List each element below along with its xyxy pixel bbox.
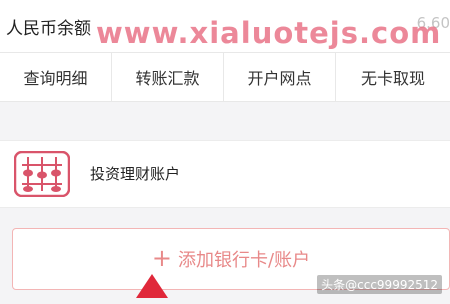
function-tabs: 查询明细 转账汇款 开户网点 无卡取现 — [0, 52, 450, 102]
tab-query-details[interactable]: 查询明细 — [0, 53, 112, 101]
tab-branch[interactable]: 开户网点 — [224, 53, 336, 101]
abacus-icon — [13, 150, 71, 198]
credit-watermark: 头条@ccc99992512 — [317, 275, 442, 294]
watermark-url: www.xialuotejs.com — [96, 16, 442, 50]
balance-label: 人民币余额 — [6, 19, 91, 39]
tab-transfer[interactable]: 转账汇款 — [112, 53, 224, 101]
arrow-up-icon — [132, 272, 172, 300]
plus-icon: + — [151, 244, 173, 272]
tab-cardless-withdrawal[interactable]: 无卡取现 — [336, 53, 450, 101]
account-name: 投资理财账户 — [90, 165, 181, 183]
add-card-label: 添加银行卡/账户 — [178, 250, 311, 271]
investment-account-item[interactable]: 投资理财账户 — [0, 140, 450, 208]
